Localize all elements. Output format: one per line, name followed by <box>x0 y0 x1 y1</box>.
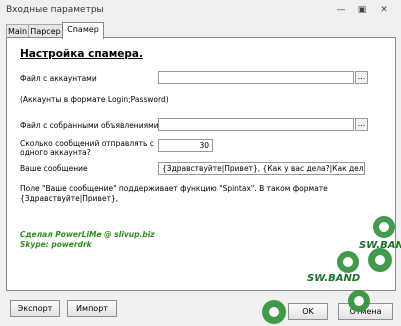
message-field[interactable]: {Здравствуйте|Привет}, {Как у вас дела?|… <box>158 162 365 175</box>
close-icon[interactable]: ✕ <box>377 4 391 16</box>
tab-parser[interactable]: Парсер <box>28 24 63 38</box>
messages-count-label-line2: одного аккаунта? <box>20 148 91 157</box>
watermark-logo <box>348 290 370 312</box>
ok-button[interactable]: OK <box>288 303 328 320</box>
spintax-note-line1: Поле "Ваше сообщение" поддерживает функц… <box>20 184 328 193</box>
tab-main[interactable]: Main <box>6 24 29 38</box>
settings-panel: Настройка спамера. Файл с аккаунтами ...… <box>6 37 401 291</box>
watermark-logo <box>262 300 286 324</box>
watermark-text: SW.BAND <box>307 273 361 284</box>
title-bar: Входные параметры — ▣ ✕ <box>0 0 401 22</box>
watermark-logo <box>337 251 359 273</box>
messages-count-field[interactable]: 30 <box>158 139 213 152</box>
messages-count-label-line1: Сколько сообщений отправлять с <box>20 139 154 148</box>
message-label: Ваше сообщение <box>20 164 88 173</box>
watermark-logo <box>373 216 395 238</box>
watermark-logo <box>368 248 392 272</box>
accounts-browse-button[interactable]: ... <box>355 71 368 84</box>
minimize-icon[interactable]: — <box>334 4 348 16</box>
window-title: Входные параметры <box>6 5 104 15</box>
accounts-file-label: Файл с аккаунтами <box>20 74 97 83</box>
spintax-note-line2: {Здравствуйте|Привет}, <box>20 194 119 203</box>
maximize-icon[interactable]: ▣ <box>355 4 369 16</box>
accounts-format-hint: (Аккаунты в формате Login;Password) <box>20 95 169 104</box>
import-button[interactable]: Импорт <box>67 300 117 317</box>
ads-file-label: Файл с собранными объявлениями <box>20 121 159 130</box>
author-credit: Сделал PowerLiMe @ slivup.biz <box>20 230 155 239</box>
ads-file-field[interactable] <box>158 118 354 131</box>
author-skype: Skype: powerdrk <box>20 240 92 249</box>
section-heading: Настройка спамера. <box>20 48 143 60</box>
ads-browse-button[interactable]: ... <box>355 118 368 131</box>
accounts-file-field[interactable] <box>158 71 354 84</box>
tab-spammer[interactable]: Спамер <box>62 22 104 39</box>
export-button[interactable]: Экспорт <box>10 300 60 317</box>
